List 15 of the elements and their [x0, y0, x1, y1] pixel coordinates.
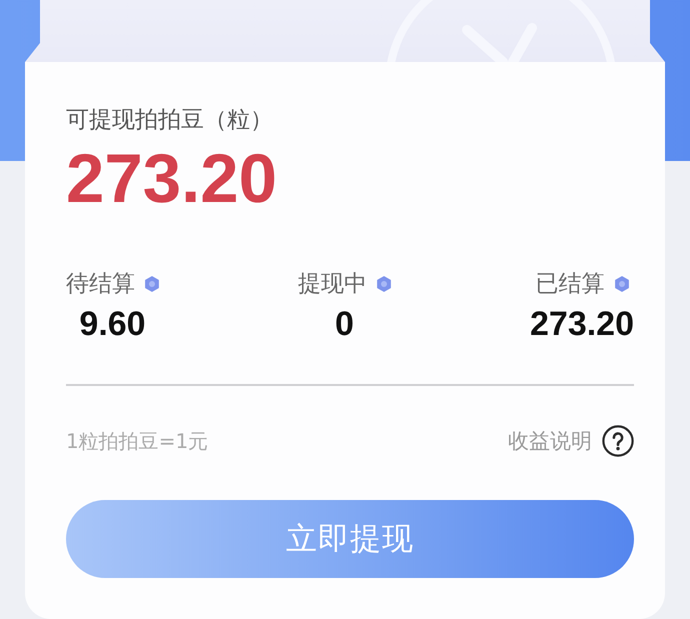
stat-label: 待结算 [66, 270, 135, 299]
hexagon-icon [614, 276, 628, 292]
hexagon-icon [377, 276, 391, 292]
exchange-rate-text: 1粒拍拍豆=1元 [66, 428, 208, 455]
balance-label: 可提现拍拍豆（粒） [66, 106, 274, 135]
stat-label: 已结算 [536, 270, 604, 299]
balance-amount: 273.20 [66, 144, 278, 214]
withdraw-button[interactable]: 立即提现 [66, 500, 634, 578]
help-icon [602, 425, 634, 457]
stat-amount: 9.60 [79, 304, 146, 344]
stat-label: 提现中 [298, 270, 367, 299]
earnings-info-link[interactable]: 收益说明 [508, 425, 634, 457]
stat-amount: 0 [335, 304, 354, 344]
hexagon-icon [145, 276, 159, 292]
stat-amount: 273.20 [530, 304, 634, 344]
